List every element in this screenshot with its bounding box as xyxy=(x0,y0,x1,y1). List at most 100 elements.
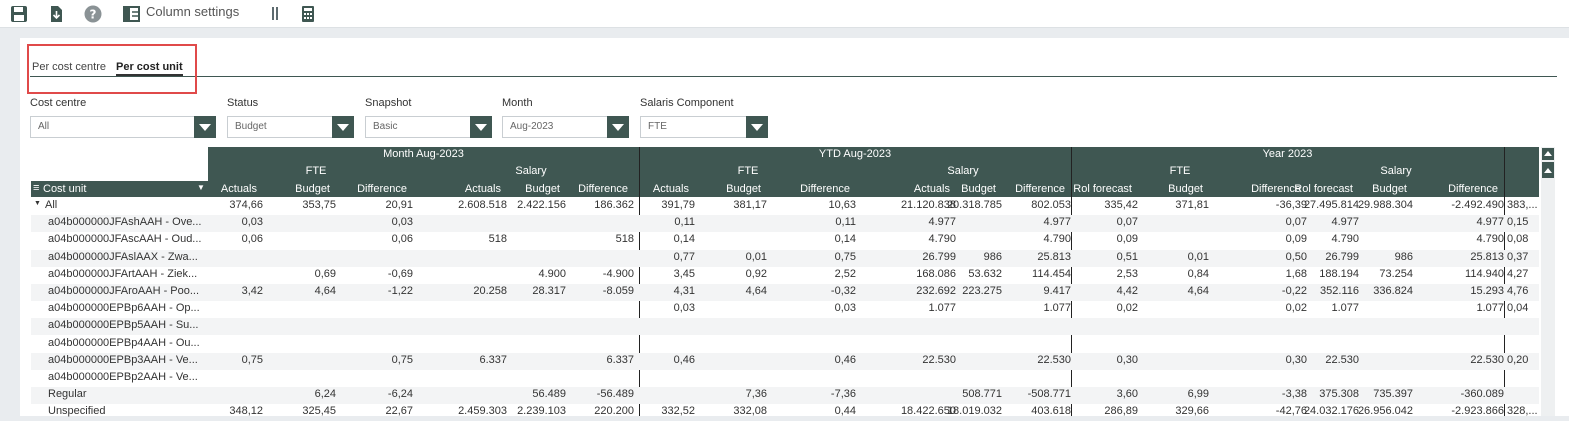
column-header[interactable]: Budget xyxy=(258,183,330,195)
table-cell: -1,22 xyxy=(387,285,413,297)
tabs-highlight-box xyxy=(27,44,197,94)
salary-header: Salary xyxy=(947,165,979,177)
table-cell: 0,08 xyxy=(1507,233,1529,245)
table-cell: 6.337 xyxy=(479,354,507,366)
table-row[interactable] xyxy=(31,318,1539,335)
month-dropdown[interactable]: Aug-2023 xyxy=(502,116,629,138)
row-label: a04b000000EPBp5AAH - Su... xyxy=(48,319,199,331)
chevron-down-icon[interactable] xyxy=(332,116,354,138)
table-cell: 381,17 xyxy=(733,199,767,211)
chevron-down-icon[interactable] xyxy=(194,116,216,138)
column-header[interactable]: Difference xyxy=(993,183,1065,195)
column-header[interactable]: Budget xyxy=(689,183,761,195)
table-cell: 1.077 xyxy=(1331,302,1359,314)
table-cell: 0,07 xyxy=(1116,216,1138,228)
chevron-down-icon[interactable] xyxy=(470,116,492,138)
salary-header: Salary xyxy=(1380,165,1412,177)
chevron-down-icon[interactable] xyxy=(607,116,629,138)
toolbar: ? Column settings xyxy=(0,0,1569,28)
vertical-scrollbar[interactable] xyxy=(1541,147,1555,416)
table-cell: 22,67 xyxy=(385,405,413,417)
table-row[interactable] xyxy=(31,370,1539,387)
fte-header: FTE xyxy=(737,165,759,177)
table-cell: 20,91 xyxy=(385,199,413,211)
table-cell: 518 xyxy=(488,233,507,245)
table-cell: 0,44 xyxy=(834,405,856,417)
column-header[interactable]: Budget xyxy=(488,183,560,195)
table-cell: 0,06 xyxy=(391,233,413,245)
table-cell: 0,06 xyxy=(241,233,263,245)
table-cell: 22.530 xyxy=(1325,354,1359,366)
table-cell: 336.824 xyxy=(1373,285,1413,297)
cost-centre-dropdown[interactable]: All xyxy=(30,116,216,138)
table-cell: 735.397 xyxy=(1373,388,1413,400)
table-cell: -0,69 xyxy=(387,268,413,280)
filter-label-snapshot: Snapshot xyxy=(365,97,412,109)
pause-icon[interactable] xyxy=(264,3,286,25)
calculator-icon[interactable] xyxy=(297,3,319,25)
column-settings-icon[interactable] xyxy=(121,3,143,25)
table-cell: -56.489 xyxy=(596,388,634,400)
table-cell: 2,52 xyxy=(834,268,856,280)
table-cell: 0,30 xyxy=(1116,354,1138,366)
snapshot-dropdown[interactable]: Basic xyxy=(365,116,492,138)
table-cell: 0,11 xyxy=(674,216,695,228)
filter-label-cost-centre: Cost centre xyxy=(30,97,87,109)
table-cell: 15.293 xyxy=(1470,285,1504,297)
row-label: All xyxy=(45,199,58,211)
table-cell: -2.492.490 xyxy=(1451,199,1504,211)
scroll-thumb[interactable] xyxy=(1542,162,1554,178)
table-cell: 0,11 xyxy=(835,216,856,228)
table-cell: 0,46 xyxy=(834,354,856,366)
table-cell: 0,14 xyxy=(673,233,695,245)
table-cell: 0,15 xyxy=(1507,216,1529,228)
sort-icon[interactable]: ▼ xyxy=(196,183,206,192)
menu-icon[interactable]: ≡ xyxy=(33,182,43,194)
scroll-up-icon[interactable] xyxy=(1542,148,1554,160)
table-cell: 371,81 xyxy=(1175,199,1209,211)
table-cell: 4,64 xyxy=(1187,285,1209,297)
row-label: Unspecified xyxy=(48,405,106,417)
table-cell: 0,20 xyxy=(1507,354,1529,366)
table-cell: -0,32 xyxy=(830,285,856,297)
column-header[interactable]: Budget xyxy=(924,183,996,195)
table-row[interactable] xyxy=(31,336,1539,353)
column-header[interactable]: Difference xyxy=(1426,183,1498,195)
status-value: Budget xyxy=(235,121,267,132)
table-cell: 0,01 xyxy=(1187,251,1209,263)
column-header[interactable]: Budget xyxy=(1335,183,1407,195)
table-cell: 26.956.042 xyxy=(1357,405,1413,417)
cost-centre-value: All xyxy=(38,121,50,132)
table-cell: 4,64 xyxy=(745,285,767,297)
table-cell: 4.790 xyxy=(1476,233,1504,245)
table-cell: 4.790 xyxy=(928,233,956,245)
row-header-label: Cost unit xyxy=(43,183,87,195)
collapse-icon[interactable]: ▼ xyxy=(34,200,41,207)
table-cell: 0,75 xyxy=(241,354,263,366)
table-cell: 7,36 xyxy=(745,388,767,400)
column-settings-label[interactable]: Column settings xyxy=(146,4,239,19)
salaris-component-dropdown[interactable]: FTE xyxy=(640,116,768,138)
fte-header: FTE xyxy=(305,165,327,177)
column-header[interactable]: Difference xyxy=(778,183,850,195)
save-icon[interactable] xyxy=(8,3,30,25)
row-label: a04b000000EPBp6AAH - Op... xyxy=(48,302,200,314)
table-cell: 22.530 xyxy=(1470,354,1504,366)
download-icon[interactable] xyxy=(45,3,67,25)
status-dropdown[interactable]: Budget xyxy=(227,116,354,138)
chevron-down-icon[interactable] xyxy=(746,116,768,138)
table-cell: 0,03 xyxy=(391,216,413,228)
help-icon[interactable]: ? xyxy=(82,3,104,25)
table-cell: 73.254 xyxy=(1379,268,1413,280)
table-cell: -7,36 xyxy=(830,388,856,400)
table-cell: 29.988.304 xyxy=(1357,199,1413,211)
table-cell: 10,63 xyxy=(828,199,856,211)
group-header: Month Aug-2023 xyxy=(383,148,464,160)
column-header[interactable]: Budget xyxy=(1131,183,1203,195)
table-cell: 4.977 xyxy=(1331,216,1359,228)
column-header[interactable]: Difference xyxy=(335,183,407,195)
filter-label-month: Month xyxy=(502,97,533,109)
table-cell: 0,92 xyxy=(745,268,767,280)
table-cell: 1.077 xyxy=(928,302,956,314)
column-header[interactable]: Actuals xyxy=(617,183,689,195)
